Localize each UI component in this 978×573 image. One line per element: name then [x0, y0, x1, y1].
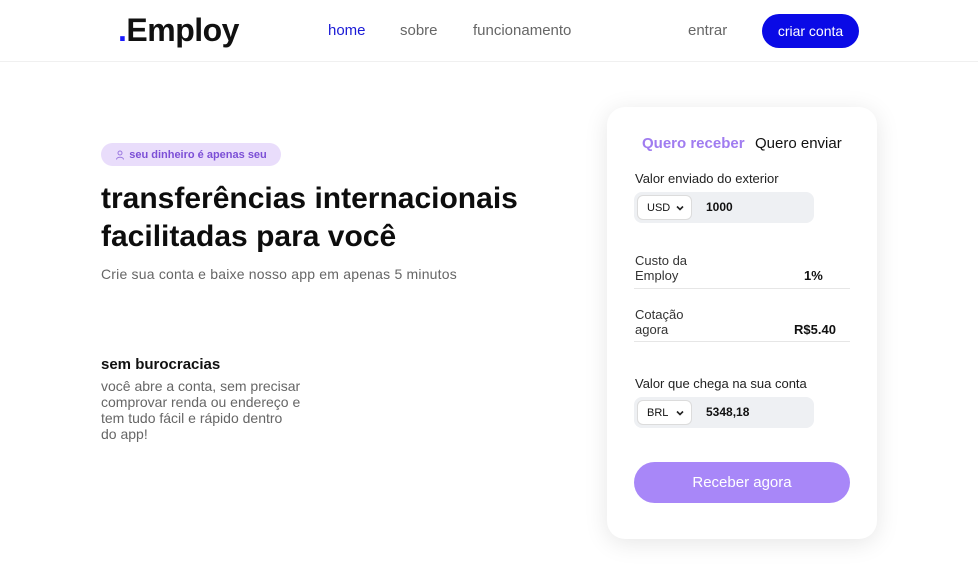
nav-funcionamento-link[interactable]: funcionamento: [473, 22, 571, 39]
login-link[interactable]: entrar: [688, 22, 727, 39]
user-icon: [116, 150, 125, 160]
logo[interactable]: .Employ: [118, 12, 239, 49]
rate-label: Cotação agora: [635, 307, 705, 337]
logo-text: Employ: [126, 12, 239, 48]
rate-label-line-1: Cotação: [635, 307, 684, 322]
rate-row: Cotação agora R$5.40: [634, 307, 850, 342]
received-amount-field: BRL 5348,18: [634, 397, 814, 428]
sent-amount-field: USD 1000: [634, 192, 814, 223]
signup-button[interactable]: criar conta: [762, 14, 859, 48]
hero-badge: seu dinheiro é apenas seu: [101, 143, 281, 166]
received-amount-label: Valor que chega na sua conta: [635, 376, 807, 391]
feature-title: sem burocracias: [101, 356, 221, 373]
rate-label-line-2: agora: [635, 322, 669, 337]
hero-title: transferências internacionais facilitada…: [101, 180, 571, 256]
fee-row: Custo da Employ 1%: [634, 253, 850, 289]
tab-receive[interactable]: Quero receber: [642, 135, 745, 152]
fee-label: Custo da Employ: [635, 253, 705, 283]
chevron-down-icon: [676, 410, 684, 416]
nav-home-link[interactable]: home: [328, 22, 366, 39]
hero-badge-text: seu dinheiro é apenas seu: [129, 148, 267, 161]
sent-currency-select[interactable]: USD: [637, 195, 692, 220]
hero-subtitle: Crie sua conta e baixe nosso app em apen…: [101, 266, 457, 282]
fee-label-line-1: Custo da: [635, 253, 688, 268]
received-currency-value: BRL: [647, 406, 669, 419]
received-currency-select[interactable]: BRL: [637, 400, 692, 425]
received-amount-input[interactable]: 5348,18: [706, 405, 749, 419]
fee-value: 1%: [804, 268, 823, 283]
nav-sobre-link[interactable]: sobre: [400, 22, 438, 39]
sent-amount-input[interactable]: 1000: [706, 200, 733, 214]
transfer-calculator-card: Quero receber Quero enviar Valor enviado…: [607, 107, 877, 539]
feature-description: você abre a conta, sem precisar comprova…: [101, 378, 301, 442]
sent-currency-value: USD: [647, 201, 671, 214]
rate-value: R$5.40: [794, 322, 836, 337]
hero-title-line-2: facilitadas para você: [101, 220, 397, 253]
sent-amount-label: Valor enviado do exterior: [635, 171, 779, 186]
receive-now-button[interactable]: Receber agora: [634, 462, 850, 503]
top-header: .Employ home sobre funcionamento entrar …: [0, 0, 978, 62]
fee-label-line-2: Employ: [635, 268, 679, 283]
hero-title-line-1: transferências internacionais: [101, 182, 518, 215]
chevron-down-icon: [676, 205, 684, 211]
tab-send[interactable]: Quero enviar: [755, 135, 842, 152]
